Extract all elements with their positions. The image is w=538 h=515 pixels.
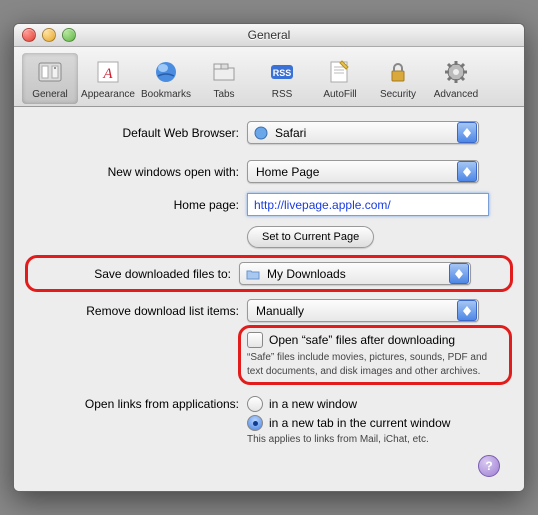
toolbar-label: Bookmarks	[141, 89, 191, 100]
toolbar-label: Security	[380, 89, 416, 100]
open-safe-description: “Safe” files include movies, pictures, s…	[247, 351, 503, 378]
toolbar-general[interactable]: General	[22, 53, 78, 104]
dropdown-arrows-icon	[457, 161, 477, 182]
new-windows-label: New windows open with:	[34, 165, 247, 179]
select-value: Home Page	[248, 165, 456, 179]
minimize-button[interactable]	[42, 28, 56, 42]
new-windows-select[interactable]: Home Page	[247, 160, 479, 183]
dropdown-arrows-icon	[457, 122, 477, 143]
content-pane: Default Web Browser: Safari New windows …	[14, 107, 524, 491]
links-note: This applies to links from Mail, iChat, …	[247, 434, 504, 445]
remove-list-select[interactable]: Manually	[247, 299, 479, 322]
switch-icon	[35, 57, 65, 87]
help-button[interactable]: ?	[478, 455, 500, 477]
svg-text:A: A	[102, 66, 113, 82]
svg-text:RSS: RSS	[273, 68, 292, 78]
gear-icon	[441, 57, 471, 87]
preferences-window: General General A Appearance Bookmarks T…	[13, 23, 525, 492]
dropdown-arrows-icon	[449, 263, 469, 284]
links-from-label: Open links from applications:	[34, 396, 247, 411]
remove-list-label: Remove download list items:	[34, 304, 247, 318]
bookmarks-icon	[151, 57, 181, 87]
window-controls	[22, 28, 76, 42]
save-downloads-label: Save downloaded files to:	[34, 267, 239, 281]
select-value: My Downloads	[265, 267, 448, 281]
lock-icon	[383, 57, 413, 87]
toolbar-bookmarks[interactable]: Bookmarks	[138, 53, 194, 104]
dropdown-arrows-icon	[457, 300, 477, 321]
toolbar-security[interactable]: Security	[370, 53, 426, 104]
default-browser-select[interactable]: Safari	[247, 121, 479, 144]
safari-icon	[254, 126, 268, 140]
toolbar-label: Tabs	[213, 89, 234, 100]
select-value: Safari	[273, 126, 456, 140]
save-downloads-select[interactable]: My Downloads	[239, 262, 471, 285]
titlebar[interactable]: General	[14, 24, 524, 47]
zoom-button[interactable]	[62, 28, 76, 42]
select-value: Manually	[248, 304, 456, 318]
toolbar-label: RSS	[272, 89, 293, 100]
toolbar-tabs[interactable]: Tabs	[196, 53, 252, 104]
links-new-window-radio[interactable]	[247, 396, 263, 412]
default-browser-label: Default Web Browser:	[34, 126, 247, 140]
toolbar-rss[interactable]: RSS RSS	[254, 53, 310, 104]
autofill-icon	[325, 57, 355, 87]
open-safe-highlight: Open “safe” files after downloading “Saf…	[238, 325, 512, 385]
open-safe-checkbox[interactable]	[247, 332, 263, 348]
preferences-toolbar: General A Appearance Bookmarks Tabs RSS …	[14, 47, 524, 107]
toolbar-label: AutoFill	[323, 89, 356, 100]
home-page-input[interactable]	[247, 193, 489, 216]
toolbar-appearance[interactable]: A Appearance	[80, 53, 136, 104]
toolbar-label: General	[32, 89, 68, 100]
folder-icon	[246, 267, 260, 281]
close-button[interactable]	[22, 28, 36, 42]
toolbar-advanced[interactable]: Advanced	[428, 53, 484, 104]
toolbar-label: Appearance	[81, 89, 135, 100]
appearance-icon: A	[93, 57, 123, 87]
set-current-page-button[interactable]: Set to Current Page	[247, 226, 374, 248]
open-safe-label: Open “safe” files after downloading	[269, 333, 455, 347]
rss-icon: RSS	[267, 57, 297, 87]
tabs-icon	[209, 57, 239, 87]
links-new-window-label: in a new window	[269, 397, 357, 411]
home-page-label: Home page:	[34, 198, 247, 212]
toolbar-autofill[interactable]: AutoFill	[312, 53, 368, 104]
toolbar-label: Advanced	[434, 89, 478, 100]
links-new-tab-radio[interactable]	[247, 415, 263, 431]
links-new-tab-label: in a new tab in the current window	[269, 416, 450, 430]
window-title: General	[14, 28, 524, 42]
